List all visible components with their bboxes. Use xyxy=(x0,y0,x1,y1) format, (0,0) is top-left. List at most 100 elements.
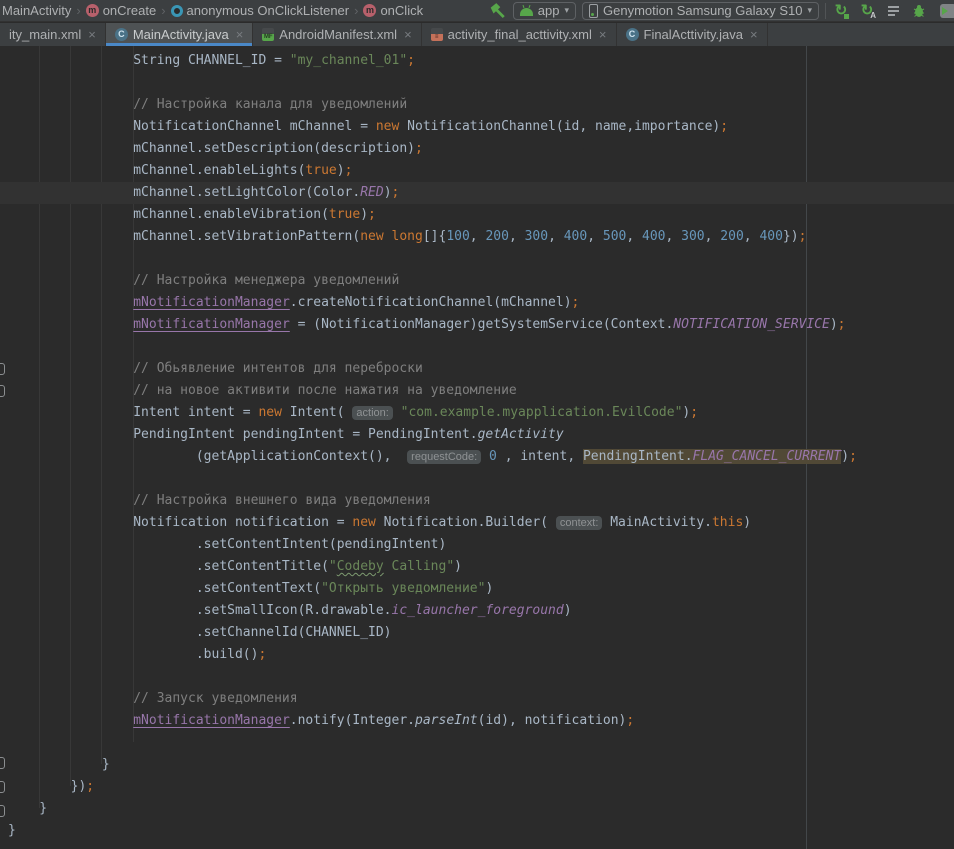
breadcrumb-item-oncreate[interactable]: m onCreate xyxy=(86,3,156,18)
code-line-current[interactable]: mChannel.setLightColor(Color.RED); xyxy=(0,182,954,204)
code-line[interactable]: } xyxy=(0,820,954,842)
code-line[interactable] xyxy=(0,732,954,754)
code-token: 500 xyxy=(603,229,626,244)
code-line[interactable]: mNotificationManager.createNotificationC… xyxy=(0,292,954,314)
code-token: ) xyxy=(830,317,838,332)
code-token: .setContentText( xyxy=(8,581,321,596)
code-line[interactable]: mChannel.setDescription(description); xyxy=(0,138,954,160)
code-line[interactable]: NotificationChannel mChannel = new Notif… xyxy=(0,116,954,138)
code-line[interactable] xyxy=(0,666,954,688)
code-line[interactable]: .setContentText("Открыть уведомление") xyxy=(0,578,954,600)
code-line[interactable]: mNotificationManager = (NotificationMana… xyxy=(0,314,954,336)
tab-activity-final-acttivity-xml[interactable]: ≡ activity_final_acttivity.xml × xyxy=(422,23,617,46)
code-line[interactable]: .build(); xyxy=(0,644,954,666)
toolbar-actions: ↻ ↻ A xyxy=(832,2,954,20)
tab-androidmanifest-xml[interactable]: MF AndroidManifest.xml × xyxy=(253,23,421,46)
java-class-icon: C xyxy=(115,28,128,41)
code-token: true xyxy=(329,207,360,222)
code-line[interactable]: mChannel.enableLights(true); xyxy=(0,160,954,182)
chevron-down-icon: ▾ xyxy=(807,5,812,16)
tab-finalacttivity-java[interactable]: C FinalActtivity.java × xyxy=(617,23,768,46)
code-line[interactable]: Intent intent = new Intent( action: "com… xyxy=(0,402,954,424)
layout-xml-file-icon: ≡ xyxy=(431,28,443,41)
code-token: ; xyxy=(258,647,266,662)
breadcrumb-item-class[interactable]: MainActivity xyxy=(2,3,71,18)
code-line[interactable]: } xyxy=(0,798,954,820)
restart-activity-icon[interactable]: ↻ xyxy=(832,2,850,20)
close-icon[interactable]: × xyxy=(404,27,412,42)
code-line[interactable]: // Обьявление интентов для переброски xyxy=(0,358,954,380)
run-tasks-icon[interactable] xyxy=(884,2,902,20)
code-line[interactable]: // на новое активити после нажатия на ув… xyxy=(0,380,954,402)
code-token: mChannel.enableLights( xyxy=(8,163,305,178)
tab-activity-main-xml[interactable]: ity_main.xml × xyxy=(0,23,106,46)
code-token: ) xyxy=(841,449,849,464)
code-line[interactable]: String CHANNEL_ID = "my_channel_01"; xyxy=(0,50,954,72)
code-token: ) xyxy=(454,559,462,574)
code-token: ; xyxy=(572,295,580,310)
code-line[interactable]: Notification notification = new Notifica… xyxy=(0,512,954,534)
breadcrumb-item-anonymous-class[interactable]: anonymous OnClickListener xyxy=(171,3,350,18)
code-token: ; xyxy=(407,53,415,68)
profile-icon[interactable] xyxy=(936,2,954,20)
tab-mainactivity-java[interactable]: C MainActivity.java × xyxy=(106,23,253,46)
device-select[interactable]: Genymotion Samsung Galaxy S10 ▾ xyxy=(582,2,819,20)
code-line[interactable] xyxy=(0,468,954,490)
code-token: , intent, xyxy=(497,449,583,464)
run-configuration-select[interactable]: app ▾ xyxy=(513,2,576,20)
code-token: String CHANNEL_ID = xyxy=(8,53,290,68)
code-token: 0 xyxy=(489,449,497,464)
code-line[interactable]: PendingIntent pendingIntent = PendingInt… xyxy=(0,424,954,446)
code-token: ; xyxy=(368,207,376,222)
code-line[interactable]: mNotificationManager.notify(Integer.pars… xyxy=(0,710,954,732)
code-line[interactable]: // Настройка менеджера уведомлений xyxy=(0,270,954,292)
letter-a-overlay: A xyxy=(870,11,876,20)
code-token: mChannel.setDescription(description) xyxy=(8,141,415,156)
code-token: Notification notification = xyxy=(8,515,352,530)
code-token: " xyxy=(329,559,337,574)
code-token: context: xyxy=(556,516,603,530)
code-line[interactable]: .setContentTitle("Codeby Calling") xyxy=(0,556,954,578)
build-hammer-icon[interactable] xyxy=(489,2,507,20)
code-token: NotificationChannel mChannel = xyxy=(8,119,376,134)
code-line[interactable]: mChannel.enableVibration(true); xyxy=(0,204,954,226)
code-token: new xyxy=(258,405,281,420)
code-token: // Запуск уведомления xyxy=(8,691,298,706)
code-token: Codeby xyxy=(337,559,384,574)
close-icon[interactable]: × xyxy=(88,27,96,42)
code-line[interactable]: (getApplicationContext(), requestCode: 0… xyxy=(0,446,954,468)
code-token: new xyxy=(360,229,383,244)
code-token: Calling" xyxy=(384,559,454,574)
apply-code-changes-icon[interactable]: ↻ A xyxy=(858,2,876,20)
code-token: this xyxy=(712,515,743,530)
code-line[interactable]: }); xyxy=(0,776,954,798)
code-token xyxy=(8,295,133,310)
code-editor[interactable]: String CHANNEL_ID = "my_channel_01"; // … xyxy=(0,46,954,849)
code-token: PendingIntent. xyxy=(583,449,693,464)
code-line[interactable]: .setChannelId(CHANNEL_ID) xyxy=(0,622,954,644)
breadcrumb-item-onclick[interactable]: m onClick xyxy=(363,3,423,18)
code-line[interactable]: mChannel.setVibrationPattern(new long[]{… xyxy=(0,226,954,248)
code-token: ; xyxy=(849,449,857,464)
code-line[interactable]: .setContentIntent(pendingIntent) xyxy=(0,534,954,556)
code-token: mNotificationManager xyxy=(133,317,290,332)
close-icon[interactable]: × xyxy=(236,27,244,42)
code-line[interactable]: // Запуск уведомления xyxy=(0,688,954,710)
code-line[interactable]: .setSmallIcon(R.drawable.ic_launcher_for… xyxy=(0,600,954,622)
debug-icon[interactable] xyxy=(910,2,928,20)
toolbar-separator xyxy=(825,3,826,19)
code-line[interactable] xyxy=(0,336,954,358)
code-line[interactable] xyxy=(0,72,954,94)
code-line[interactable]: // Настройка внешнего вида уведомления xyxy=(0,490,954,512)
close-icon[interactable]: × xyxy=(750,27,758,42)
code-token: ; xyxy=(626,713,634,728)
method-icon: m xyxy=(86,4,99,17)
code-token: mNotificationManager xyxy=(133,713,290,728)
code-line[interactable] xyxy=(0,248,954,270)
code-token: } xyxy=(8,801,47,816)
code-line[interactable]: } xyxy=(0,754,954,776)
code-line[interactable]: // Настройка канала для уведомлений xyxy=(0,94,954,116)
code-token: action: xyxy=(352,406,392,420)
code-token: }) xyxy=(783,229,799,244)
close-icon[interactable]: × xyxy=(599,27,607,42)
